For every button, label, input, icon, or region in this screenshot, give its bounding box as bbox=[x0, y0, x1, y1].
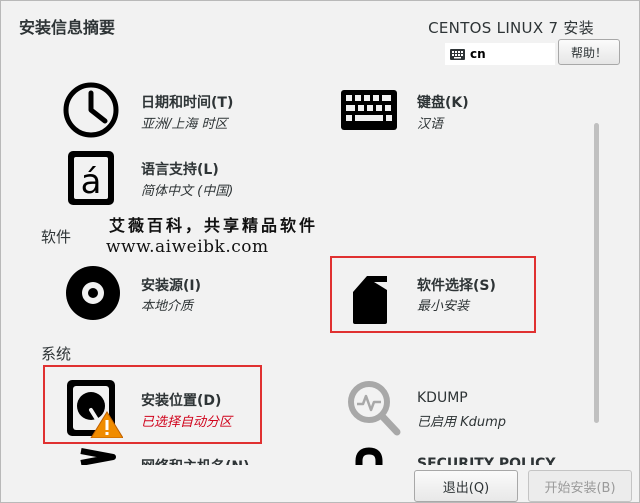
category-system: 系统 bbox=[41, 345, 72, 363]
watermark-line2: www.aiweibk.com bbox=[106, 237, 269, 257]
spoke-language-status: 简体中文 (中国) bbox=[141, 184, 234, 199]
spoke-keyboard-status: 汉语 bbox=[417, 117, 444, 132]
spoke-kdump-title: KDUMP bbox=[417, 390, 468, 406]
scrollbar[interactable] bbox=[591, 83, 603, 465]
help-button[interactable]: 帮助！ bbox=[558, 39, 620, 65]
spoke-language-title: 语言支持(L) bbox=[141, 162, 219, 178]
spoke-keyboard-title: 键盘(K) bbox=[417, 95, 469, 111]
kdump-search-icon bbox=[348, 381, 401, 436]
network-icon bbox=[80, 448, 116, 465]
spoke-security-policy-title: SECURITY POLICY bbox=[417, 456, 556, 465]
spoke-datetime-status: 亚洲/上海 时区 bbox=[141, 117, 228, 132]
disc-icon bbox=[66, 266, 120, 320]
watermark-line1: 艾薇百科，共享精品软件 bbox=[109, 216, 319, 235]
install-destination-highlight bbox=[43, 365, 262, 444]
spoke-datetime-title: 日期和时间(T) bbox=[141, 95, 234, 111]
quit-button[interactable]: 退出(Q) bbox=[414, 470, 518, 502]
lock-icon bbox=[355, 447, 383, 465]
keyboard-small-icon bbox=[450, 48, 465, 60]
spoke-kdump-status: 已启用 Kdump bbox=[417, 415, 507, 430]
clock-icon bbox=[63, 82, 119, 138]
spoke-install-source-status: 本地介质 bbox=[141, 299, 194, 314]
scrollbar-thumb[interactable] bbox=[594, 123, 599, 423]
spoke-install-source-title: 安装源(I) bbox=[141, 278, 202, 294]
hub-content: 日期和时间(T) 亚洲/上海 时区 键盘(K) 汉语 á 语言支持(L) 简体中… bbox=[1, 73, 606, 465]
begin-installation-button[interactable]: 开始安装(B) bbox=[528, 470, 632, 502]
keyboard-layout-label: cn bbox=[470, 47, 486, 61]
svg-text:á: á bbox=[81, 162, 102, 202]
keyboard-layout-indicator[interactable]: cn bbox=[445, 43, 555, 65]
installer-window: 安装信息摘要 CENTOS LINUX 7 安装 cn 帮助！ 日期和时间(T)… bbox=[0, 0, 640, 503]
page-title: 安装信息摘要 bbox=[19, 18, 116, 37]
spoke-network-title: 网络和主机名(N) bbox=[141, 456, 250, 465]
language-icon: á bbox=[68, 151, 114, 205]
software-selection-highlight bbox=[330, 256, 536, 333]
category-software: 软件 bbox=[41, 228, 72, 246]
keyboard-icon bbox=[341, 90, 397, 130]
product-title: CENTOS LINUX 7 安装 bbox=[428, 19, 594, 37]
